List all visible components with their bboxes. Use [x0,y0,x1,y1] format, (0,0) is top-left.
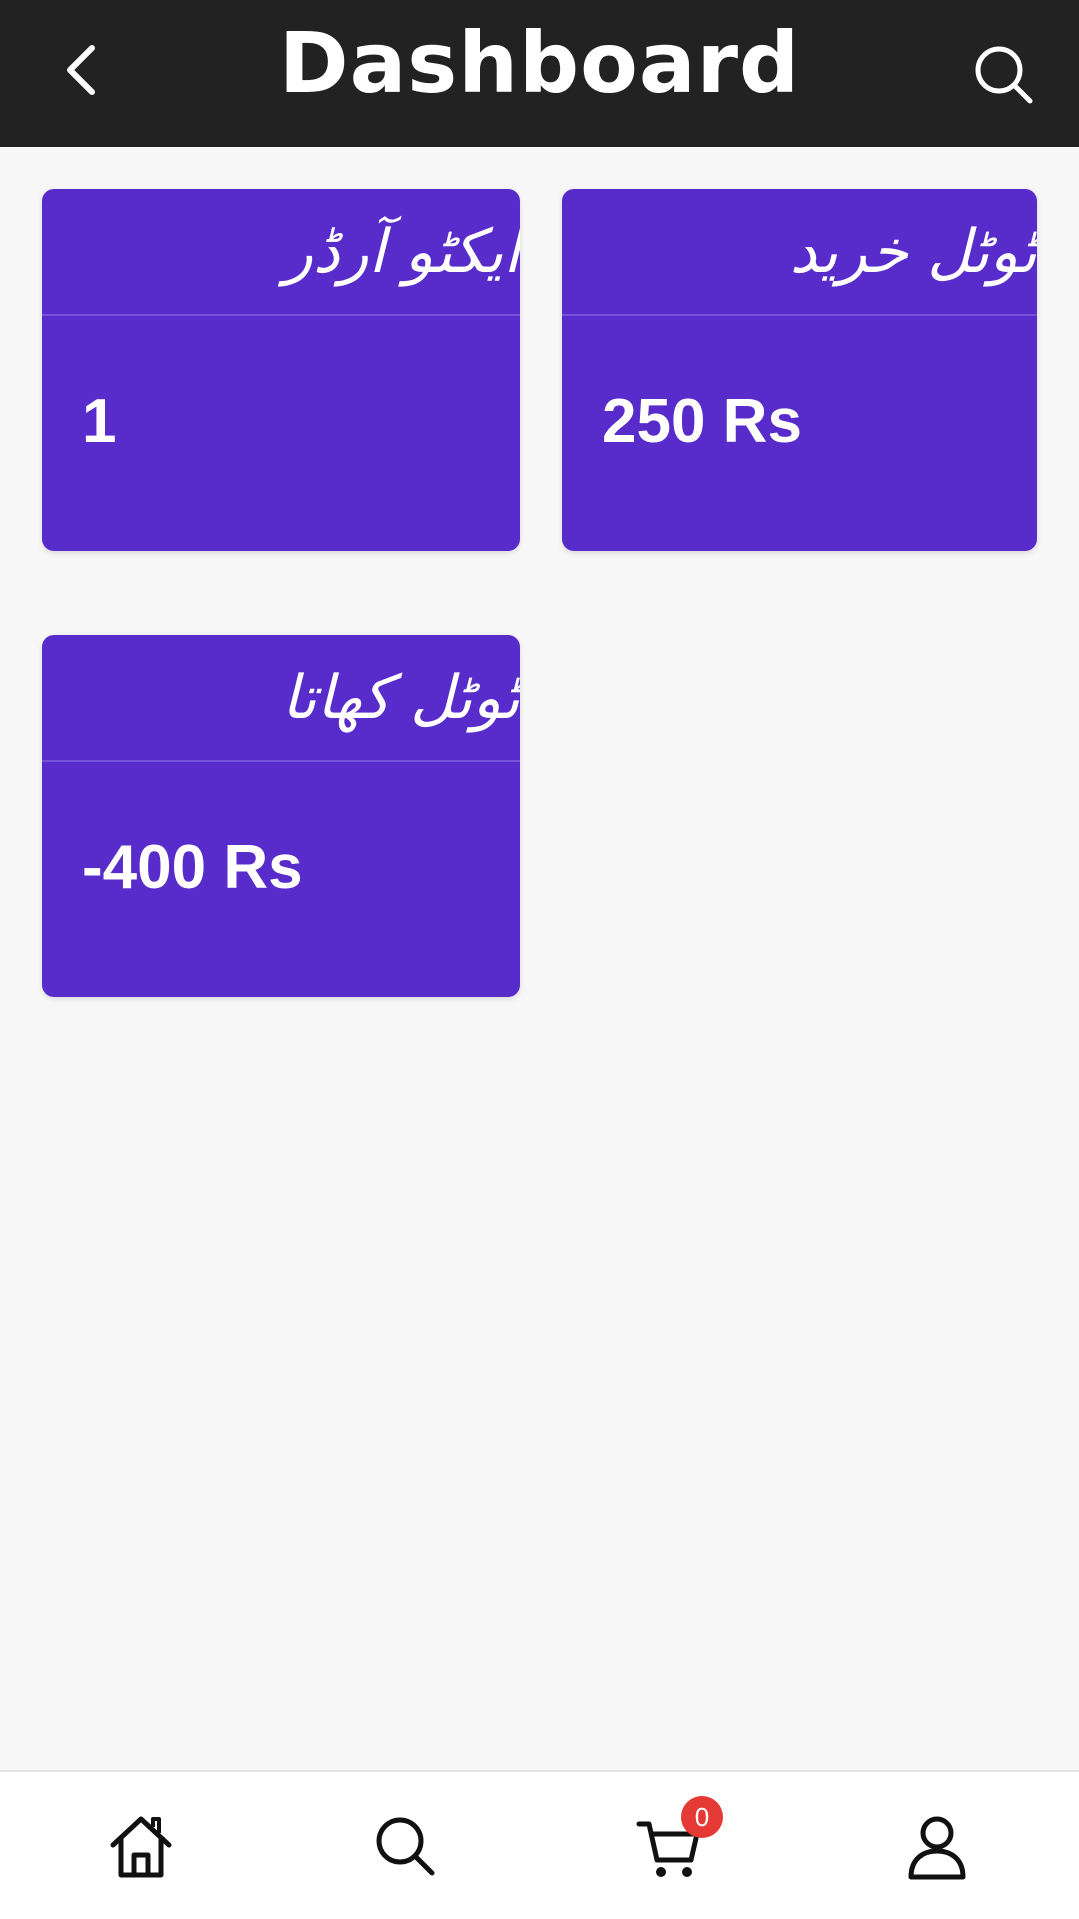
card-title: ٹوٹل کھاتا [281,662,520,733]
card-header: ٹوٹل خرید [562,189,1037,316]
card-value: 250 Rs [602,387,802,456]
app-header: Dashboard [0,0,1079,147]
page-title: Dashboard [278,13,801,112]
nav-search-button[interactable] [361,1802,451,1892]
card-value: -400 Rs [82,833,303,902]
card-header: ایکٹو آرڈر [42,189,520,316]
nav-home-button[interactable] [96,1802,186,1892]
header-search-button[interactable] [959,30,1049,120]
total-ledger-card[interactable]: ٹوٹل کھاتا -400 Rs [42,635,520,997]
card-title: ایکٹو آرڈر [283,216,520,287]
back-button[interactable] [40,30,120,110]
cart-badge: 0 [681,1796,723,1838]
active-orders-card[interactable]: ایکٹو آرڈر 1 [42,189,520,551]
nav-cart-button[interactable]: 0 [625,1796,723,1892]
bottom-nav: 0 [0,1770,1079,1919]
search-icon [376,1817,435,1876]
nav-profile-button[interactable] [892,1802,982,1892]
card-title: ٹوٹل خرید [789,216,1037,287]
card-value: 1 [82,387,117,456]
profile-icon [908,1816,966,1880]
chevron-left-icon [67,45,95,95]
home-icon [110,1816,172,1878]
total-purchase-card[interactable]: ٹوٹل خرید 250 Rs [562,189,1037,551]
dashboard-screen: Dashboard ایکٹو آرڈر 1 ٹوٹل خرید 250 Rs [0,0,1079,1919]
card-header: ٹوٹل کھاتا [42,635,520,762]
search-icon [975,46,1033,104]
